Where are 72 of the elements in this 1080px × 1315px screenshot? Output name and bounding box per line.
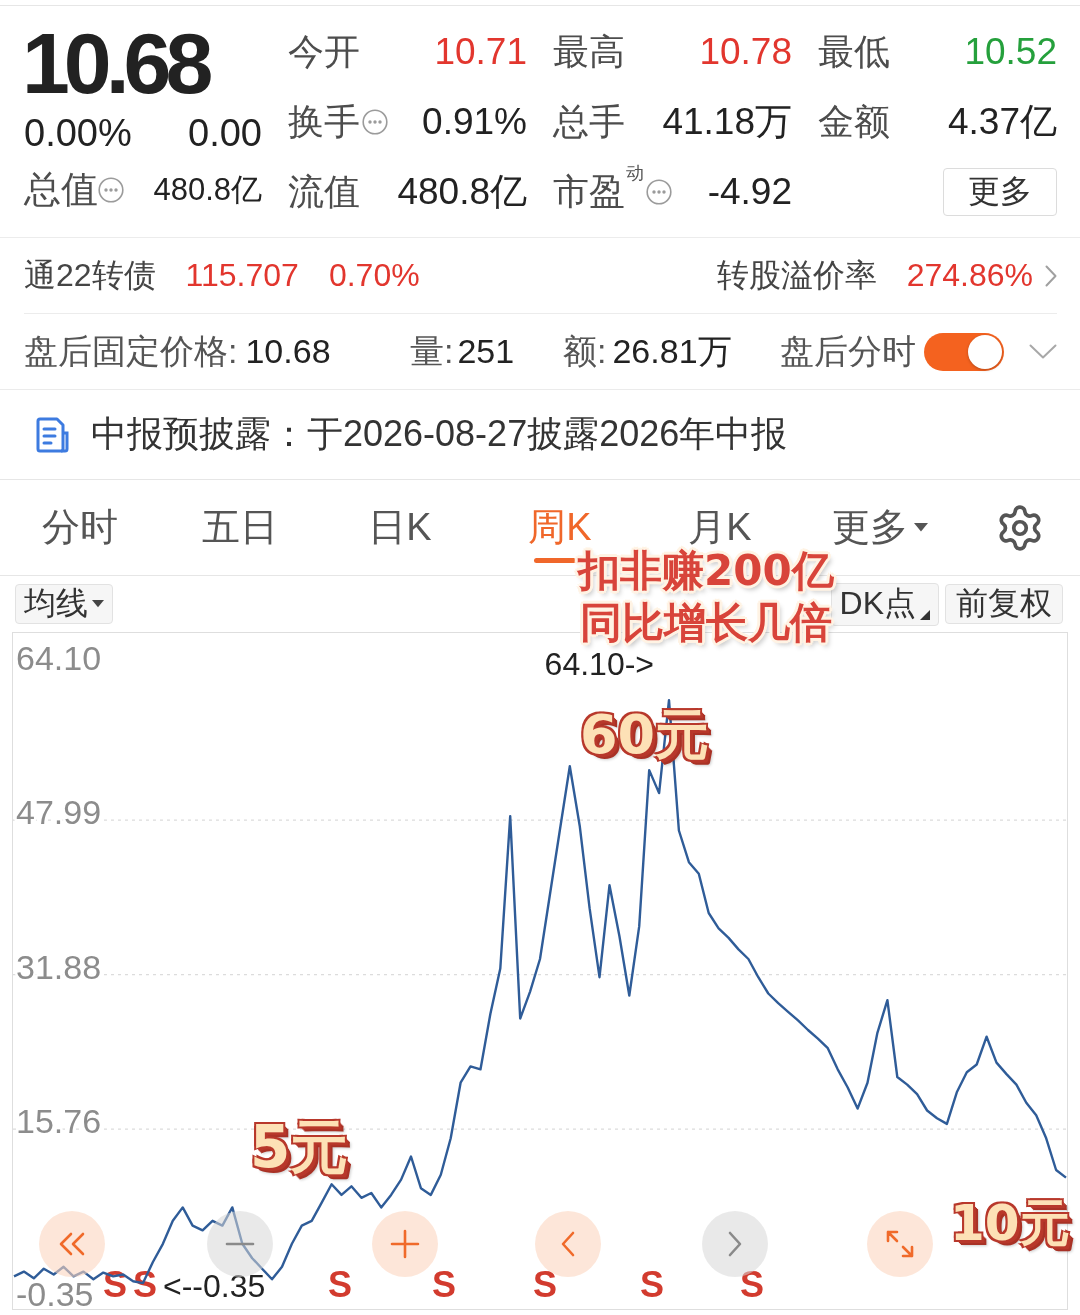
stat-label: 换手 <box>288 99 360 144</box>
dots-circle-icon[interactable] <box>98 177 124 203</box>
stat-label: 今开 <box>288 29 360 74</box>
y-axis-label: -0.35 <box>16 1274 94 1309</box>
indicator-dropdown[interactable]: 均线 <box>15 584 113 624</box>
price-annotation: <--0.35 <box>163 1268 266 1304</box>
stat-value: 10.71 <box>434 31 527 73</box>
chevron-right-icon[interactable] <box>1045 264 1057 287</box>
last-price: 10.68 <box>22 17 209 110</box>
change-amount: 0.00 <box>188 111 262 155</box>
chart-tab[interactable]: 日K <box>366 492 434 563</box>
overlay-price-label: 10元 <box>950 1198 1070 1248</box>
premium-label: 转股溢价率 <box>716 255 877 295</box>
y-axis-label: 15.76 <box>16 1102 102 1141</box>
rewind-button[interactable] <box>39 1211 105 1277</box>
bond-change: 0.70% <box>328 257 420 294</box>
dots-circle-icon[interactable] <box>646 179 672 205</box>
stat-value: 0.91% <box>422 101 527 143</box>
minus-icon <box>225 1242 255 1246</box>
change-percent: 0.00% <box>24 111 132 155</box>
chart-tab[interactable]: 分时 <box>40 492 120 563</box>
signal-marker: S <box>740 1264 764 1305</box>
stat-value: 480.8亿 <box>397 170 527 214</box>
more-button[interactable]: 更多 <box>943 168 1057 216</box>
price-annotation: 64.10-> <box>544 646 654 682</box>
stat-label: 金额 <box>818 99 890 144</box>
chevron-down-icon <box>1029 344 1057 359</box>
stat-label: 总值 <box>24 168 98 212</box>
stat-value: 41.18万 <box>662 100 792 144</box>
stat-value: 4.37亿 <box>948 100 1057 144</box>
amount-value: 26.81万 <box>612 330 732 372</box>
stat-value: 480.8亿 <box>153 171 262 209</box>
y-axis-label: 64.10 <box>16 638 102 677</box>
signal-marker: S <box>533 1264 557 1305</box>
stat-label: 总手 <box>553 99 625 144</box>
price-adjust-button[interactable]: 前复权 <box>945 584 1063 624</box>
y-axis-label: 47.99 <box>16 793 102 832</box>
bond-price: 115.707 <box>185 257 299 294</box>
signal-marker: S <box>640 1264 664 1305</box>
y-axis-label: 31.88 <box>16 947 102 986</box>
stat-label: 最高 <box>553 29 625 74</box>
dots-circle-icon[interactable] <box>362 109 388 135</box>
bond-name: 通22转债 <box>24 255 156 295</box>
toggle-switch[interactable] <box>924 332 1004 371</box>
chart-tab[interactable]: 五日 <box>200 492 280 563</box>
after-hours-chart-label: 盘后分时 <box>780 330 916 372</box>
corner-triangle-icon <box>920 609 930 620</box>
stat-value: -4.92 <box>707 171 792 213</box>
stat-label: 流值 <box>288 169 360 214</box>
caret-down-icon <box>92 600 104 608</box>
amount-label: 额: <box>563 330 607 372</box>
expand-arrows-icon <box>886 1230 914 1258</box>
document-icon <box>35 416 69 453</box>
after-hours-price-label: 盘后固定价格: <box>24 330 238 372</box>
plus-icon <box>390 1229 420 1259</box>
volume-value: 251 <box>457 332 515 371</box>
volume-label: 量: <box>410 330 454 372</box>
premium-value: 274.86% <box>906 257 1033 294</box>
stat-value: 10.78 <box>699 31 792 73</box>
overlay-price-label: 5元 <box>250 1118 349 1176</box>
caret-down-icon <box>914 523 928 532</box>
report-notice: 中报预披露：于2026-08-27披露2026年中报 <box>91 412 788 456</box>
signal-marker: S <box>328 1264 352 1305</box>
double-chevron-left-icon <box>59 1232 85 1256</box>
signal-marker: S <box>432 1264 456 1305</box>
chevron-left-icon <box>561 1231 575 1257</box>
overlay-caption: 同比增长几倍 <box>580 602 832 644</box>
chevron-right-icon <box>728 1231 742 1257</box>
expand-button[interactable] <box>1029 344 1057 359</box>
stat-value: 10.52 <box>964 31 1057 73</box>
stat-label: 最低 <box>818 29 890 74</box>
after-hours-price: 10.68 <box>245 332 331 371</box>
